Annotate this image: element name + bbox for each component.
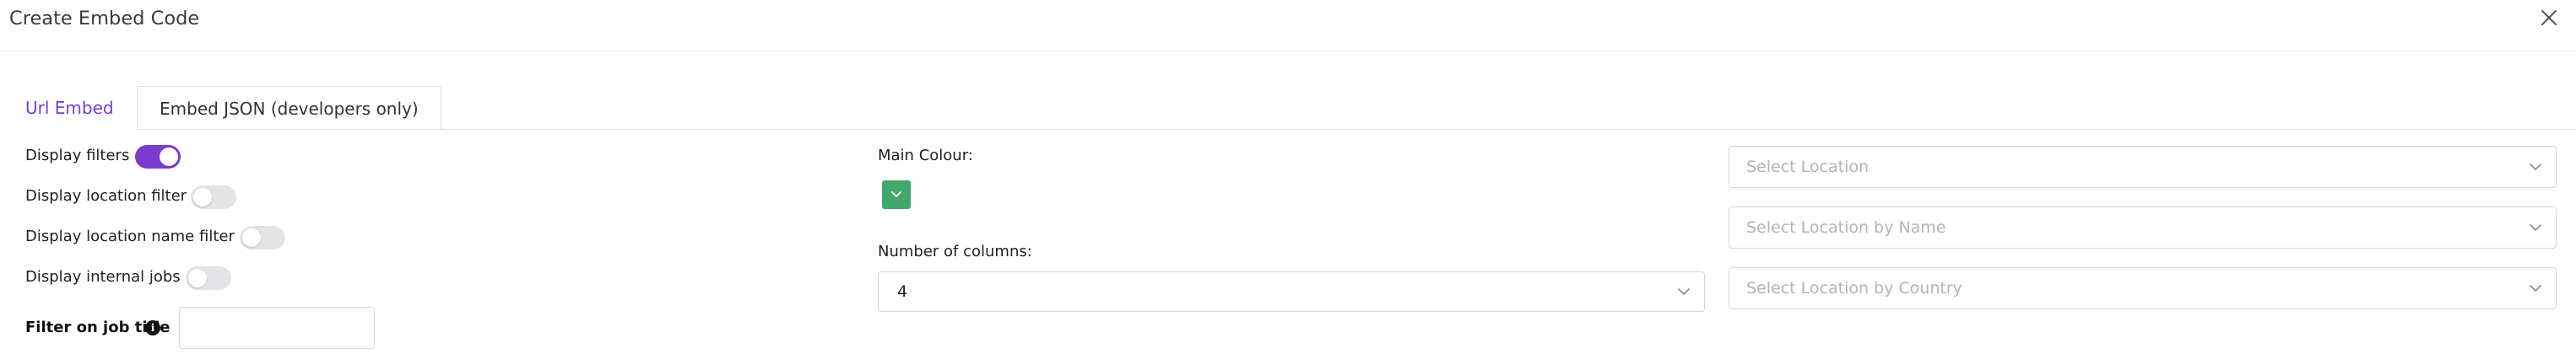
chevron-down-icon	[2515, 147, 2556, 187]
tabs-divider	[25, 129, 2576, 130]
chevron-down-icon	[2515, 207, 2556, 248]
dialog-title: Create Embed Code	[9, 8, 200, 30]
display-location-filter-toggle[interactable]	[191, 185, 236, 209]
location-by-name-select[interactable]: Select Location by Name	[1729, 206, 2557, 249]
close-icon	[2541, 10, 2557, 25]
chevron-down-icon	[1664, 272, 1704, 311]
tab-bar: Url Embed Embed JSON (developers only)	[25, 86, 441, 130]
toggle-knob	[160, 148, 178, 166]
job-title-filter-input[interactable]	[179, 307, 375, 349]
location-select-placeholder: Select Location	[1746, 158, 1870, 176]
display-filters-toggle[interactable]	[135, 145, 181, 169]
display-filters-label: Display filters	[25, 147, 130, 164]
columns-label: Number of columns:	[878, 243, 1032, 260]
tab-embed-json[interactable]: Embed JSON (developers only)	[137, 86, 441, 130]
chevron-down-icon	[891, 191, 901, 197]
display-location-filter-label: Display location filter	[25, 187, 187, 205]
main-colour-picker[interactable]	[882, 180, 911, 209]
tab-url-embed[interactable]: Url Embed	[25, 86, 137, 130]
main-colour-label: Main Colour:	[878, 147, 973, 164]
toggle-knob	[193, 188, 212, 206]
display-internal-jobs-label: Display internal jobs	[25, 268, 181, 286]
location-by-name-placeholder: Select Location by Name	[1746, 218, 1946, 237]
toggle-knob	[242, 228, 261, 247]
location-by-country-select[interactable]: Select Location by Country	[1729, 267, 2557, 309]
columns-select-value: 4	[897, 282, 908, 301]
columns-select[interactable]: 4	[878, 271, 1705, 312]
chevron-down-icon	[2515, 268, 2556, 308]
location-select[interactable]: Select Location	[1729, 146, 2557, 188]
display-internal-jobs-toggle[interactable]	[186, 266, 231, 290]
location-by-country-placeholder: Select Location by Country	[1746, 279, 1962, 298]
info-icon[interactable]: i	[145, 320, 160, 335]
active-tab-gap	[25, 128, 137, 130]
toggle-knob	[188, 269, 207, 287]
display-location-name-filter-label: Display location name filter	[25, 228, 235, 245]
display-location-name-filter-toggle[interactable]	[240, 226, 285, 249]
close-button[interactable]	[2534, 3, 2564, 33]
